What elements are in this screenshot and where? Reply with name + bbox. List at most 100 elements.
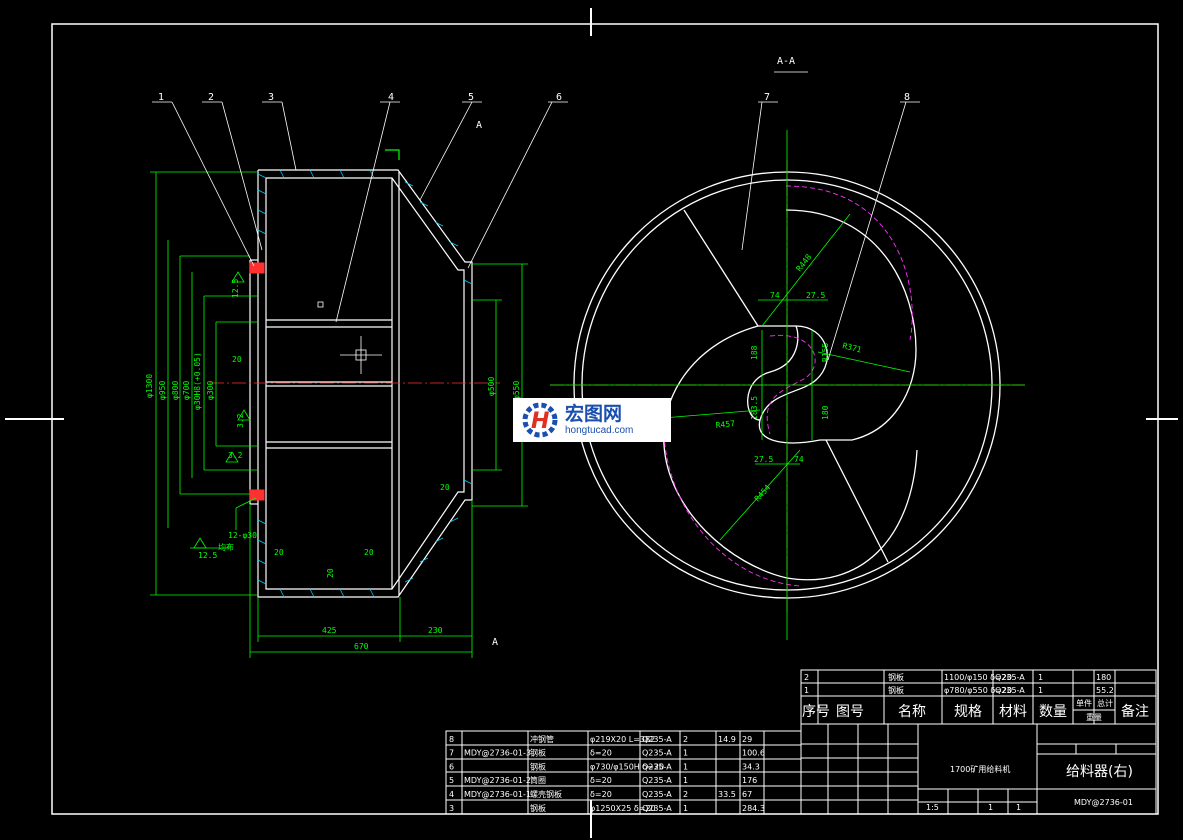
header-unit: 单件 (1076, 698, 1092, 708)
parts-row-8-mat: Q235-A (642, 735, 672, 744)
upper-row-1-no: 2 (804, 673, 809, 682)
centerlines-right (550, 160, 1025, 612)
dim-r457: R457 (715, 419, 735, 430)
parts-row-5-name: 筒圈 (530, 775, 546, 785)
parts-row-4-no: 4 (449, 790, 454, 799)
parts-row-3-no: 3 (449, 804, 454, 813)
parts-row-4-mat: Q235-A (642, 790, 672, 799)
parts-row-5-code: MDY@2736-01-2 (464, 776, 531, 785)
dim-t20-d: 20 (440, 483, 450, 492)
parts-row-6-qty: 1 (683, 762, 688, 771)
dim-d950: φ950 (158, 381, 167, 400)
header-weight: 重量 (1086, 712, 1102, 722)
dim-425: 425 (322, 626, 337, 635)
upper-row-2-qty: 1 (1038, 686, 1043, 695)
title-scale: 1:5 (926, 803, 939, 812)
header-code: 图号 (836, 704, 864, 720)
upper-row-1-w: 180 (1096, 673, 1111, 682)
header-seq: 序号 (802, 704, 830, 720)
dim-r32-b: 3.2 (236, 413, 245, 428)
parts-row-4-spec: δ=20 (590, 790, 612, 799)
logo-cn-text: 宏图网 (565, 403, 623, 425)
dim-d1300: φ1300 (145, 374, 154, 398)
parts-row-6-mat: Q235-A (642, 762, 672, 771)
side-section-view (249, 169, 473, 598)
callout-6: 6 (556, 92, 562, 103)
dim-holes: 12-φ30 (228, 531, 257, 540)
watermark-logo: H 宏图网 hongtucad.com (513, 398, 671, 442)
dim-r180: 180 (821, 405, 830, 420)
header-name: 名称 (898, 704, 926, 720)
bolts (249, 262, 265, 501)
callout-leaders-left (152, 101, 568, 323)
parts-row-6-no: 6 (449, 762, 454, 771)
parts-row-7-w2: 100.6 (742, 749, 765, 758)
title-project: 1700矿用给料机 (950, 764, 1010, 774)
parts-row-3-qty: 1 (683, 804, 688, 813)
parts-row-8-no: 8 (449, 735, 454, 744)
dim-d800: φ800 (171, 381, 180, 400)
callout-leaders-right (741, 71, 920, 361)
parts-row-3-name: 钢板 (530, 803, 546, 813)
parts-row-7-mat: Q235-A (642, 749, 672, 758)
dim-r448: R448 (794, 252, 813, 273)
dim-r32-a: 3.2 (228, 451, 243, 460)
parts-row-8-w1: 14.9 (718, 735, 736, 744)
parts-row-4-name: 螺壳钢板 (530, 789, 562, 799)
parts-row-5-spec: δ=20 (590, 776, 612, 785)
section-mark-bottom: A (492, 637, 498, 648)
header-remark: 备注 (1121, 703, 1149, 720)
dim-uniform: 均布 (218, 542, 234, 552)
header-mat: 材料 (999, 704, 1027, 720)
dim-bolt: φ30H8(+0.05) (193, 352, 202, 410)
header-total: 总计 (1097, 698, 1113, 708)
parts-row-4-w2: 67 (742, 790, 752, 799)
header-spec: 规格 (954, 704, 982, 720)
callout-7: 7 (764, 92, 770, 103)
dim-r1835: 183.5 (750, 396, 759, 420)
parts-row-7-no: 7 (449, 749, 454, 758)
dim-d300: φ300 (206, 381, 215, 400)
callout-3: 3 (268, 92, 274, 103)
upper-row-2-no: 1 (804, 686, 809, 695)
dim-r275-a: 27.5 (806, 291, 825, 300)
dimension-lines-right (550, 130, 1025, 640)
parts-row-5-qty: 1 (683, 776, 688, 785)
center-symbol (317, 301, 382, 374)
parts-row-8-qty: 2 (683, 735, 688, 744)
dim-r371: R371 (842, 341, 863, 354)
callout-5: 5 (468, 92, 474, 103)
header-qty: 数量 (1039, 704, 1067, 720)
title-part-name: 给料器(右) (1066, 764, 1133, 780)
parts-row-4-w1: 33.5 (718, 790, 736, 799)
dim-t20-e: 20 (232, 355, 242, 364)
section-title: A-A (777, 56, 795, 67)
callout-1: 1 (158, 92, 164, 103)
logo-en-text: hongtucad.com (565, 425, 634, 436)
dim-670: 670 (354, 642, 369, 651)
parts-row-3-mat: Q235-A (642, 804, 672, 813)
parts-row-4-code: MDY@2736-01-1 (464, 790, 531, 799)
dim-t20-c: 20 (326, 568, 335, 578)
parts-row-7-qty: 1 (683, 749, 688, 758)
callout-4: 4 (388, 92, 394, 103)
dim-d500: φ500 (487, 377, 496, 396)
parts-row-7-spec: δ=20 (590, 749, 612, 758)
title-sheet: 1 (988, 803, 993, 812)
dim-r125-a: 12.5 (198, 551, 217, 560)
dim-r454: R454 (753, 483, 773, 503)
upper-row-2-mat: Q235-A (995, 686, 1025, 695)
parts-table-rows: 8 冲钢管 φ219X20 L=382Q235-A 2 14.9 297 MDY@2736-… (449, 734, 765, 813)
callout-2: 2 (208, 92, 214, 103)
section-arrow (385, 149, 400, 160)
parts-row-4-qty: 2 (683, 790, 688, 799)
upper-row-1-name: 钢板 (888, 672, 904, 682)
dim-r74: 74 (770, 291, 780, 300)
upper-row-2-name: 钢板 (888, 685, 904, 695)
dim-d700: φ700 (182, 381, 191, 400)
dim-r125-b: 12.5 (231, 279, 240, 298)
title-count: 1 (1016, 803, 1021, 812)
parts-row-5-no: 5 (449, 776, 454, 785)
parts-row-7-name: 钢板 (530, 748, 546, 758)
hatching (257, 169, 473, 598)
